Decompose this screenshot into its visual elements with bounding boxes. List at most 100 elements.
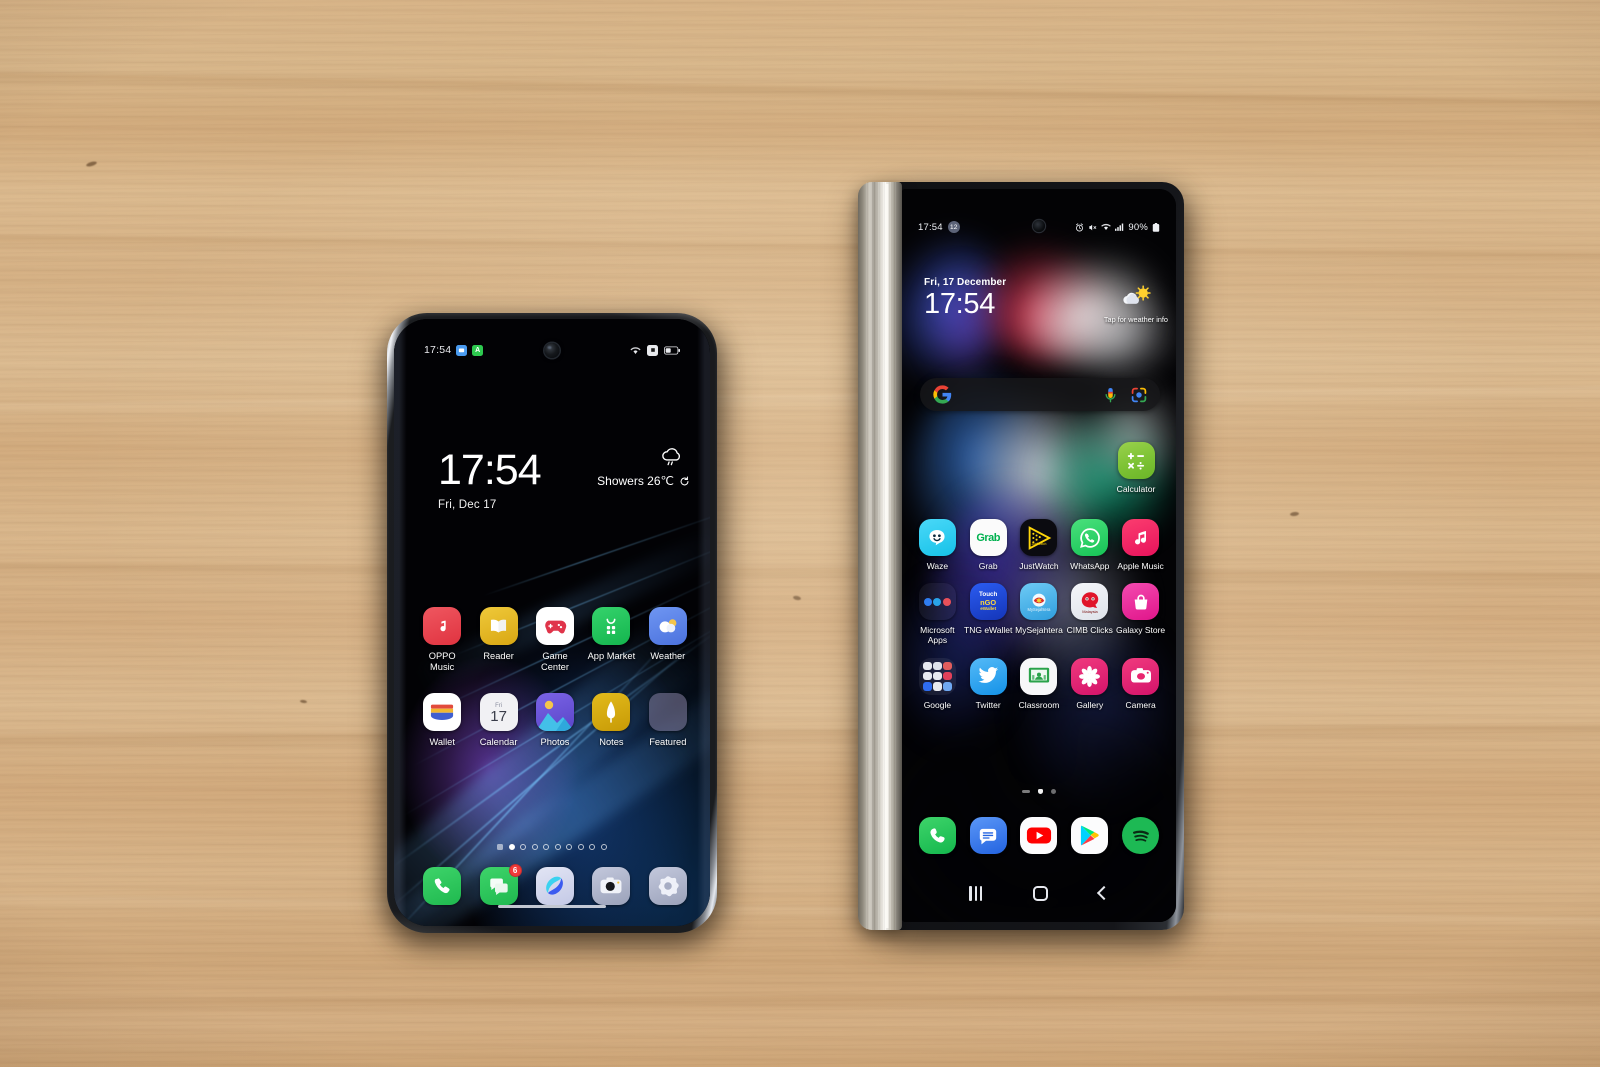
page-dot[interactable] xyxy=(520,844,527,850)
samsung-app-cimb-clicks[interactable]: Malaysia CIMB Clicks xyxy=(1064,583,1115,645)
samsung-dock-spotify[interactable] xyxy=(1115,817,1166,854)
oppo-app-notes[interactable]: Notes xyxy=(583,692,639,748)
microphone-icon[interactable] xyxy=(1104,387,1117,403)
oppo-dock-browser[interactable] xyxy=(527,867,583,905)
refresh-icon[interactable] xyxy=(679,475,690,487)
oppo-screen[interactable]: 17:54 A 17:54 Fri, Dec 17 Showers 26℃ OP… xyxy=(394,319,710,926)
page-dot[interactable] xyxy=(589,844,596,850)
samsung-dock-phone[interactable] xyxy=(912,817,963,854)
samsung-dock xyxy=(912,817,1166,854)
samsung-app-mysejahtera[interactable]: MySejahtera MySejahtera xyxy=(1014,583,1065,645)
samsung-app-label: Camera xyxy=(1125,699,1156,710)
samsung-app-camera[interactable]: Camera xyxy=(1115,657,1166,710)
oppo-dock: 6 xyxy=(414,864,696,905)
oppo-dock-settings[interactable] xyxy=(640,867,696,905)
oppo-dock-phone[interactable] xyxy=(414,867,470,905)
samsung-app-apple-music[interactable]: Apple Music xyxy=(1115,519,1166,571)
home-icon[interactable] xyxy=(1032,885,1048,901)
samsung-app-label: Galaxy Store xyxy=(1116,625,1166,636)
justwatch-icon: JustWatch xyxy=(1020,519,1058,556)
oppo-app-calendar[interactable]: Fri 17 Calendar xyxy=(470,692,526,748)
page-dot[interactable] xyxy=(577,844,584,850)
photos-icon xyxy=(535,692,574,731)
oppo-clock-date: Fri, Dec 17 xyxy=(438,499,497,511)
samsung-clock-widget[interactable]: Fri, 17 December 17:54 xyxy=(924,277,1006,319)
oppo-app-label: Game Center xyxy=(541,651,569,672)
google-search-bar[interactable] xyxy=(920,378,1160,411)
google-lens-icon[interactable] xyxy=(1131,387,1147,403)
samsung-app-google-folder[interactable]: Google xyxy=(912,657,963,710)
oppo-weather-widget[interactable]: Showers 26℃ xyxy=(597,447,690,488)
oppo-music-icon xyxy=(423,607,462,645)
oppo-home-indicator[interactable] xyxy=(498,904,606,908)
oppo-clock-widget[interactable]: 17:54 Fri, Dec 17 xyxy=(438,449,542,512)
page-dot[interactable] xyxy=(566,844,573,850)
samsung-page-indicator[interactable] xyxy=(902,789,1176,794)
calendar-day: 17 xyxy=(490,708,507,726)
samsung-cover-screen[interactable]: 17:54 12 90% Fri, 17 December 17:54 Tap … xyxy=(902,189,1176,922)
wifi-icon xyxy=(630,346,641,354)
oppo-app-label: Featured xyxy=(649,736,687,747)
samsung-app-twitter[interactable]: Twitter xyxy=(963,657,1014,710)
samsung-app-justwatch[interactable]: JustWatch JustWatch xyxy=(1014,519,1065,571)
samsung-dock-messages[interactable] xyxy=(963,817,1014,854)
wifi-icon xyxy=(1101,223,1112,231)
samsung-app-label: Microsoft Apps xyxy=(920,625,955,646)
settings-icon xyxy=(648,867,687,905)
oppo-app-label: OPPO Music xyxy=(428,651,456,672)
page-dot[interactable] xyxy=(531,844,538,850)
oppo-app-weather[interactable]: Weather xyxy=(640,607,696,673)
page-dot[interactable] xyxy=(1051,789,1056,794)
home-indicator[interactable] xyxy=(1038,789,1043,794)
oppo-dock-messages[interactable]: 6 xyxy=(470,864,526,905)
samsung-app-gallery[interactable]: Gallery xyxy=(1064,657,1115,710)
samsung-weather-widget[interactable]: Tap for weather info xyxy=(1104,285,1168,324)
oppo-app-reader[interactable]: Reader xyxy=(470,607,526,673)
page-dot[interactable] xyxy=(554,844,561,850)
samsung-app-classroom[interactable]: Classroom xyxy=(1014,657,1065,710)
oppo-app-label: App Market xyxy=(587,651,636,661)
samsung-app-whatsapp[interactable]: WhatsApp xyxy=(1064,519,1115,571)
samsung-dock-youtube[interactable] xyxy=(1014,817,1065,854)
oppo-app-photos[interactable]: Photos xyxy=(527,692,583,748)
rain-cloud-icon xyxy=(597,447,684,468)
oppo-app-wallet[interactable]: Wallet xyxy=(414,692,470,748)
apps-list-indicator[interactable] xyxy=(1022,790,1030,793)
samsung-app-grab[interactable]: Grab Grab xyxy=(963,519,1014,571)
oppo-weather-text: Showers 26℃ xyxy=(597,474,674,488)
oppo-dock-camera[interactable] xyxy=(583,867,639,905)
page-indicator-square[interactable] xyxy=(497,844,504,850)
battery-icon xyxy=(664,346,680,354)
signal-icon xyxy=(1115,223,1124,231)
samsung-app-label: Apple Music xyxy=(1117,561,1164,571)
samsung-dock-play-store[interactable] xyxy=(1064,817,1115,854)
samsung-app-tng-ewallet[interactable]: Touch nGO eWallet TNG eWallet xyxy=(963,583,1014,645)
samsung-front-camera-icon xyxy=(1033,220,1045,232)
page-dot-active[interactable] xyxy=(508,844,515,850)
page-dot[interactable] xyxy=(600,844,607,850)
oppo-app-app-market[interactable]: App Market xyxy=(583,607,639,673)
recents-icon[interactable] xyxy=(969,885,982,901)
oppo-app-featured[interactable]: Featured xyxy=(640,692,696,748)
oppo-app-oppo-music[interactable]: OPPO Music xyxy=(414,607,470,673)
samsung-app-waze[interactable]: Waze xyxy=(912,519,963,571)
mute-icon xyxy=(1089,224,1097,230)
galaxy-store-icon xyxy=(1122,583,1160,621)
samsung-galaxy-z-fold[interactable]: 17:54 12 90% Fri, 17 December 17:54 Tap … xyxy=(858,182,1184,930)
calendar-icon: Fri 17 xyxy=(479,692,518,731)
samsung-app-label: WhatsApp xyxy=(1070,561,1110,571)
oppo-status-time: 17:54 xyxy=(424,344,452,356)
microsoft-folder-icon xyxy=(918,583,956,621)
oppo-page-indicator[interactable] xyxy=(394,844,710,850)
samsung-app-calculator[interactable]: Calculator xyxy=(1112,442,1160,494)
mysejahtera-icon: MySejahtera xyxy=(1020,583,1058,621)
page-dot[interactable] xyxy=(543,844,550,850)
oppo-app-game-center[interactable]: Game Center xyxy=(527,607,583,673)
oppo-front-camera-icon xyxy=(544,343,560,358)
svg-text:JustWatch: JustWatch xyxy=(1032,541,1047,545)
samsung-app-galaxy-store[interactable]: Galaxy Store xyxy=(1115,583,1166,645)
samsung-app-microsoft-apps[interactable]: Microsoft Apps xyxy=(912,583,963,645)
oppo-phone[interactable]: 17:54 A 17:54 Fri, Dec 17 Showers 26℃ OP… xyxy=(387,313,717,933)
battery-icon xyxy=(1152,222,1160,232)
back-icon[interactable] xyxy=(1096,885,1111,901)
